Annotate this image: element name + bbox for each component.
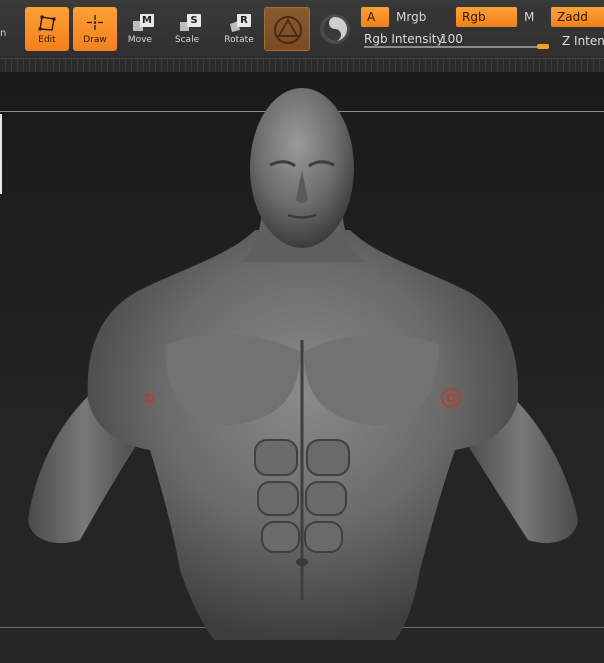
rgb-intensity-track[interactable] [364, 44, 549, 49]
scale-label: Scale [174, 35, 200, 45]
rgb-intensity-slider[interactable]: Rgb Intensity 100 [360, 30, 552, 52]
m-button[interactable]: M [518, 7, 548, 27]
rotate-button[interactable]: R Rotate [216, 7, 262, 51]
scale-button[interactable]: S Scale [166, 7, 208, 51]
move-button[interactable]: M Move [119, 7, 161, 51]
draw-button[interactable]: Draw [73, 7, 117, 51]
sculpted-torso-model[interactable] [0, 72, 604, 663]
gizmo-toggle-button[interactable] [264, 7, 310, 51]
z-intensity-label[interactable]: Z Intens [562, 34, 604, 48]
move-hotkey-badge: M [140, 14, 154, 27]
rgb-intensity-label: Rgb Intensity [364, 32, 444, 46]
top-shelf: n Edit Draw M Move S Scale R Rotate A Mr… [0, 0, 604, 58]
rotate-hotkey-badge: R [237, 14, 251, 27]
rgb-intensity-thumb[interactable] [537, 44, 549, 49]
viewport-canvas[interactable] [0, 72, 604, 663]
solo-mode-icon [320, 14, 350, 44]
rgb-intensity-value: 100 [440, 32, 463, 46]
edit-button[interactable]: Edit [25, 7, 69, 51]
move-label: Move [127, 35, 153, 45]
transpose-gizmo-icon [274, 16, 302, 44]
draw-icon [87, 15, 103, 30]
zadd-button[interactable]: Zadd [551, 7, 604, 27]
truncated-shelf-label: n [0, 28, 7, 39]
draw-label: Draw [83, 35, 107, 45]
a-button[interactable]: A [361, 7, 389, 27]
rotate-label: Rotate [224, 35, 254, 45]
rgb-button[interactable]: Rgb [456, 7, 517, 27]
solo-button[interactable] [318, 12, 352, 46]
mrgb-button[interactable]: Mrgb [390, 7, 454, 27]
scale-hotkey-badge: S [187, 14, 201, 27]
edit-icon [38, 15, 56, 31]
rgb-intensity-fill [364, 46, 549, 48]
shelf-divider-strip [0, 58, 604, 73]
edit-label: Edit [38, 35, 56, 45]
